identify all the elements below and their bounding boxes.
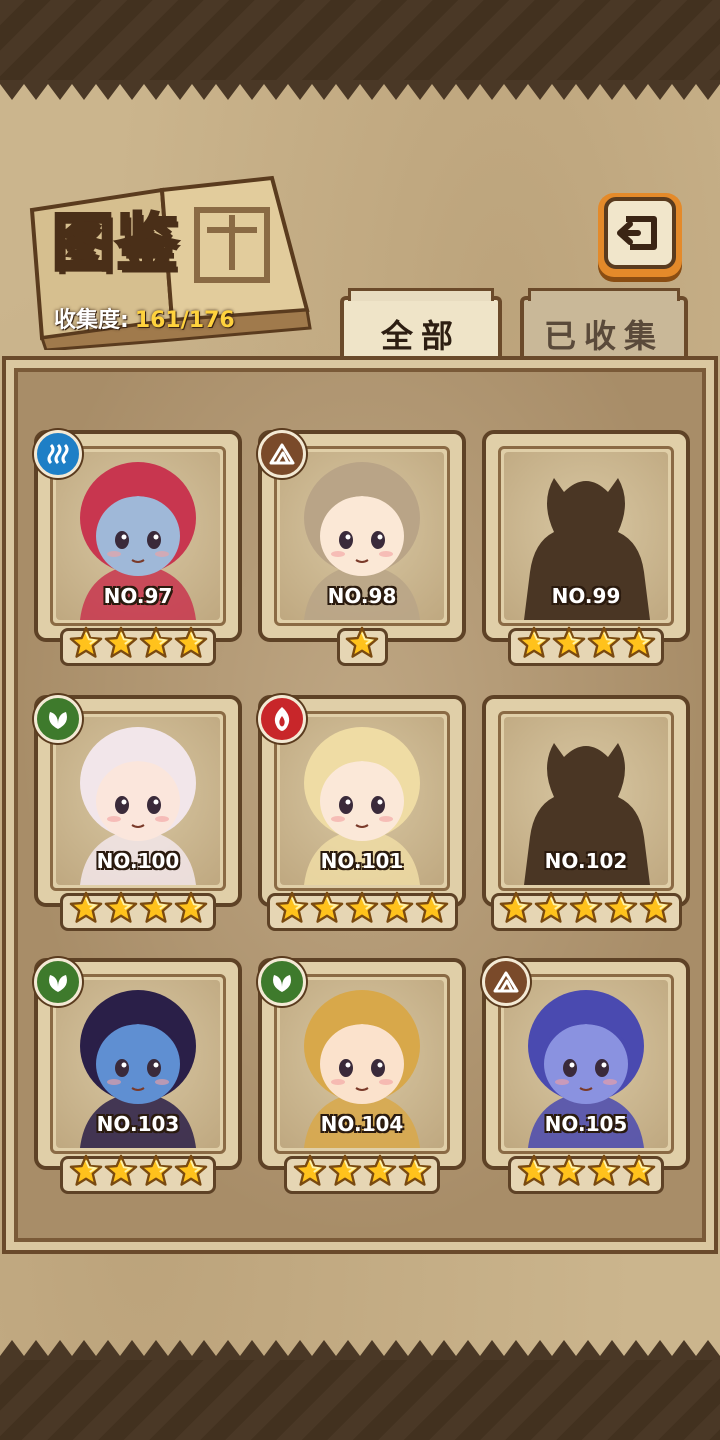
star-rating bbox=[482, 1154, 690, 1194]
card-number: NO.101 bbox=[320, 849, 404, 873]
star-rating bbox=[34, 1154, 242, 1194]
star-icon bbox=[328, 1154, 362, 1190]
tab-collected[interactable]: 已收集 bbox=[520, 288, 688, 368]
earth-element-icon bbox=[258, 430, 306, 478]
card-number: NO.97 bbox=[103, 584, 173, 608]
star-icon bbox=[174, 1154, 208, 1190]
star-icon bbox=[345, 891, 379, 927]
card-number: NO.99 bbox=[551, 584, 621, 608]
wood-element-icon bbox=[258, 958, 306, 1006]
card-number: NO.100 bbox=[96, 849, 180, 873]
star-icon bbox=[380, 891, 414, 927]
star-icon bbox=[69, 1154, 103, 1190]
card-number: NO.104 bbox=[320, 1112, 404, 1136]
star-icon bbox=[104, 891, 138, 927]
star-icon bbox=[310, 891, 344, 927]
wood-element-icon bbox=[34, 958, 82, 1006]
star-icon bbox=[275, 891, 309, 927]
star-icon bbox=[69, 626, 103, 662]
character-card[interactable]: NO.103 bbox=[34, 958, 242, 1198]
star-icon bbox=[569, 891, 603, 927]
character-card[interactable]: NO.101 bbox=[258, 695, 466, 935]
bottom-border-band bbox=[0, 1360, 720, 1440]
card-number: NO.103 bbox=[96, 1112, 180, 1136]
star-rating bbox=[258, 626, 466, 666]
earth-element-icon bbox=[482, 958, 530, 1006]
zigzag-top-edge bbox=[0, 80, 720, 100]
water-element-icon bbox=[34, 430, 82, 478]
character-card[interactable]: NO.97 bbox=[34, 430, 242, 670]
star-icon bbox=[293, 1154, 327, 1190]
character-card[interactable]: NO.100 bbox=[34, 695, 242, 935]
character-card[interactable]: NO.99 bbox=[482, 430, 690, 670]
collection-label: 收集度: bbox=[54, 308, 129, 333]
star-rating bbox=[34, 626, 242, 666]
star-icon bbox=[139, 626, 173, 662]
star-icon bbox=[604, 891, 638, 927]
character-card[interactable]: NO.105 bbox=[482, 958, 690, 1198]
star-icon bbox=[552, 626, 586, 662]
card-number: NO.98 bbox=[327, 584, 397, 608]
star-icon bbox=[622, 626, 656, 662]
card-number: NO.105 bbox=[544, 1112, 628, 1136]
collection-progress: 收集度: 161/176 bbox=[54, 302, 235, 334]
star-rating bbox=[258, 891, 466, 931]
fire-element-icon bbox=[258, 695, 306, 743]
star-icon bbox=[517, 1154, 551, 1190]
character-card[interactable]: NO.102 bbox=[482, 695, 690, 935]
star-icon bbox=[69, 891, 103, 927]
star-icon bbox=[174, 891, 208, 927]
page-title: 图鉴 bbox=[50, 205, 181, 281]
star-icon bbox=[587, 626, 621, 662]
star-icon bbox=[174, 626, 208, 662]
star-rating bbox=[482, 891, 690, 931]
tab-all[interactable]: 全部 bbox=[340, 288, 502, 368]
collection-value: 161/176 bbox=[134, 308, 235, 333]
star-icon bbox=[139, 1154, 173, 1190]
star-icon bbox=[363, 1154, 397, 1190]
star-icon bbox=[622, 1154, 656, 1190]
star-icon bbox=[587, 1154, 621, 1190]
star-icon bbox=[534, 891, 568, 927]
star-rating bbox=[482, 626, 690, 666]
star-icon bbox=[398, 1154, 432, 1190]
star-icon bbox=[104, 626, 138, 662]
star-icon bbox=[139, 891, 173, 927]
star-icon bbox=[552, 1154, 586, 1190]
star-rating bbox=[258, 1154, 466, 1194]
character-card[interactable]: NO.104 bbox=[258, 958, 466, 1198]
star-icon bbox=[104, 1154, 138, 1190]
star-icon bbox=[517, 626, 551, 662]
star-icon bbox=[345, 626, 379, 662]
star-rating bbox=[34, 891, 242, 931]
back-button[interactable] bbox=[598, 193, 682, 277]
zigzag-bottom-edge bbox=[0, 1340, 720, 1360]
top-border-band bbox=[0, 0, 720, 80]
star-icon bbox=[499, 891, 533, 927]
back-arrow-icon bbox=[604, 197, 676, 269]
wood-element-icon bbox=[34, 695, 82, 743]
character-card[interactable]: NO.98 bbox=[258, 430, 466, 670]
star-icon bbox=[639, 891, 673, 927]
star-icon bbox=[415, 891, 449, 927]
card-number: NO.102 bbox=[544, 849, 628, 873]
